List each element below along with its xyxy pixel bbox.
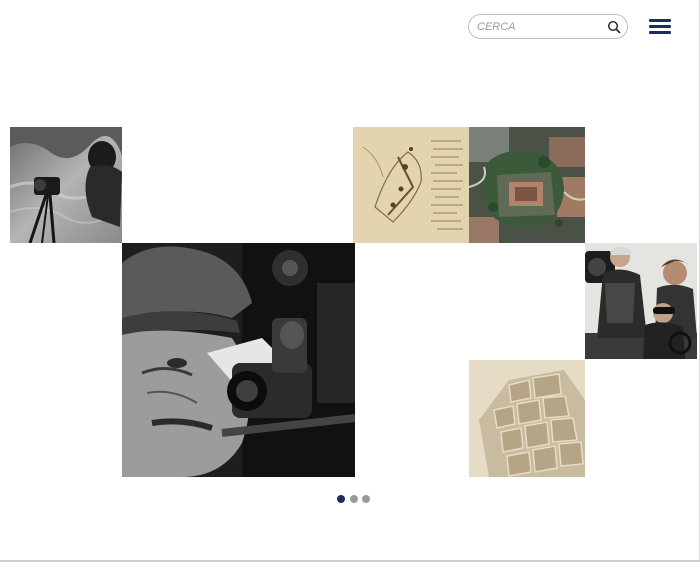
search-box[interactable] [468,14,628,39]
historic-city-plan[interactable] [469,360,585,477]
carousel-dot-2[interactable] [350,495,358,503]
search-input[interactable] [477,18,597,35]
historic-manuscript-map[interactable] [353,127,469,243]
hamburger-menu-icon[interactable] [649,19,671,35]
carousel-dot-3[interactable] [362,495,370,503]
photo-film-crew[interactable] [585,243,697,359]
photo-man-with-film-camera[interactable] [122,243,355,477]
search-icon[interactable] [607,20,621,34]
aerial-city-photo[interactable] [469,127,585,243]
carousel-dot-1[interactable] [337,495,345,503]
carousel-pagination [336,495,372,505]
photo-camera-operator-underwater[interactable] [10,127,122,243]
